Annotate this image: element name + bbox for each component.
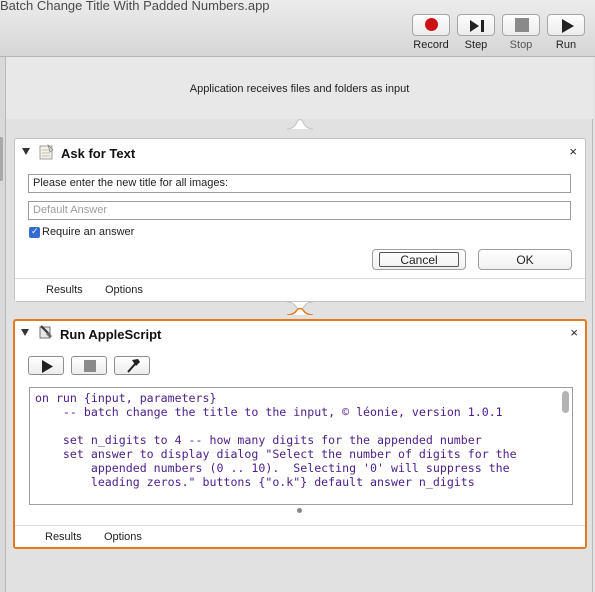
- results-tab[interactable]: Results: [46, 284, 83, 296]
- window-toolbar: Batch Change Title With Padded Numbers.a…: [0, 0, 595, 57]
- workflow-input-header: Application receives files and folders a…: [6, 57, 593, 119]
- action-footer: Results Options: [15, 278, 585, 301]
- step-icon: [457, 14, 495, 36]
- workflow-area: Application receives files and folders a…: [6, 57, 593, 592]
- action-title: Ask for Text: [61, 146, 136, 161]
- compile-script-button[interactable]: [114, 356, 150, 375]
- action-connector-icon: [287, 302, 313, 315]
- ask-for-text-action[interactable]: Ask for Text × Please enter the new titl…: [14, 138, 586, 302]
- run-script-button[interactable]: [28, 356, 64, 375]
- applescript-icon: [39, 325, 52, 339]
- script-editor[interactable]: on run {input, parameters} -- batch chan…: [29, 387, 573, 505]
- run-applescript-action[interactable]: Run AppleScript × on run {input, paramet…: [13, 319, 587, 549]
- hammer-icon: [127, 359, 140, 373]
- script-code[interactable]: on run {input, parameters} -- batch chan…: [35, 391, 517, 489]
- cancel-label: Cancel: [400, 253, 438, 267]
- options-tab[interactable]: Options: [105, 284, 143, 296]
- action-title: Run AppleScript: [60, 327, 162, 342]
- action-header: Run AppleScript ×: [15, 321, 585, 349]
- results-tab[interactable]: Results: [45, 531, 82, 543]
- disclosure-triangle-icon[interactable]: [22, 148, 30, 155]
- cancel-button[interactable]: Cancel: [372, 249, 466, 270]
- stop-script-button[interactable]: [71, 356, 107, 375]
- resize-handle[interactable]: [297, 508, 302, 513]
- close-icon[interactable]: ×: [570, 325, 578, 340]
- action-header: Ask for Text ×: [15, 139, 585, 167]
- require-answer-label: Require an answer: [42, 226, 135, 238]
- notepad-icon: [39, 144, 54, 160]
- stop-button[interactable]: Stop: [501, 14, 541, 51]
- pane-resize-handle[interactable]: [0, 137, 3, 181]
- stop-icon: [502, 14, 540, 36]
- stop-label: Stop: [509, 39, 533, 51]
- record-button[interactable]: Record: [411, 14, 451, 51]
- action-footer: Results Options: [15, 525, 585, 547]
- action-connector-icon: [287, 119, 313, 130]
- disclosure-triangle-icon[interactable]: [21, 329, 29, 336]
- ok-button[interactable]: OK: [478, 249, 572, 270]
- window-title: Batch Change Title With Padded Numbers.a…: [0, 0, 270, 13]
- default-answer-field[interactable]: Default Answer: [28, 201, 571, 220]
- editor-scrollbar[interactable]: [562, 391, 569, 413]
- record-icon: [412, 14, 450, 36]
- run-label: Run: [555, 39, 577, 51]
- ok-label: OK: [516, 253, 534, 267]
- step-button[interactable]: Step: [456, 14, 496, 51]
- require-answer-checkbox[interactable]: [29, 226, 40, 238]
- stop-icon: [84, 360, 96, 372]
- options-tab[interactable]: Options: [104, 531, 142, 543]
- default-answer-placeholder: Default Answer: [33, 204, 107, 216]
- run-button[interactable]: Run: [546, 14, 586, 51]
- play-icon: [42, 360, 53, 373]
- step-label: Step: [464, 39, 488, 51]
- question-field[interactable]: Please enter the new title for all image…: [28, 174, 571, 193]
- run-icon: [547, 14, 585, 36]
- record-label: Record: [413, 39, 449, 51]
- close-icon[interactable]: ×: [569, 144, 577, 159]
